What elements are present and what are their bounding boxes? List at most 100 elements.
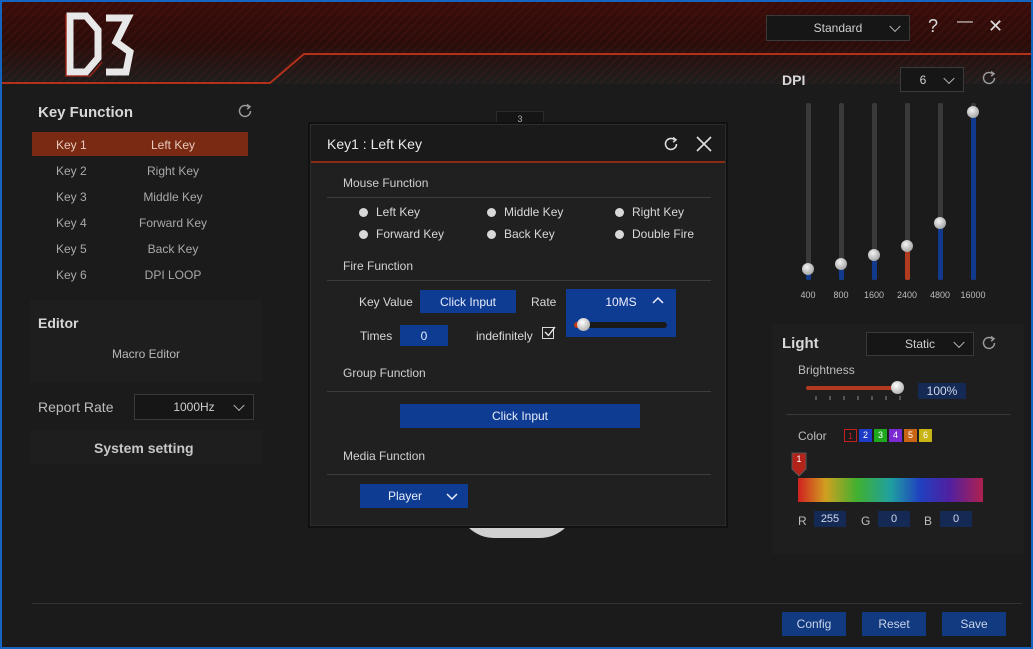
light-mode-value: Static <box>904 337 935 351</box>
key-assigned-function: Back Key <box>147 242 199 256</box>
system-setting-button[interactable]: System setting <box>94 440 194 456</box>
mouse-function-radio[interactable]: Left Key <box>359 205 420 219</box>
key-assigned-function: Left Key <box>150 138 196 152</box>
chevron-down-icon <box>943 72 955 84</box>
media-player-select[interactable]: Player <box>360 484 468 508</box>
refresh-icon[interactable] <box>980 334 998 352</box>
key-assigned-function: Right Key <box>146 164 200 178</box>
dpi-slider-track[interactable] <box>971 103 976 280</box>
b-input[interactable]: 0 <box>940 511 972 527</box>
radio-label: Right Key <box>632 205 685 219</box>
reset-button[interactable]: Reset <box>862 612 926 636</box>
radio-label: Forward Key <box>376 227 445 241</box>
key-value-label: Key Value <box>359 295 413 309</box>
group-function-title: Group Function <box>343 366 426 380</box>
color-marker[interactable]: 1 <box>791 452 807 478</box>
indefinitely-checkbox[interactable] <box>542 326 556 339</box>
dpi-slider-handle[interactable] <box>802 263 814 276</box>
g-label: G <box>861 514 871 528</box>
save-button[interactable]: Save <box>942 612 1006 636</box>
color-label: Color <box>798 429 827 443</box>
rate-label: Rate <box>531 295 557 309</box>
close-icon[interactable] <box>695 135 713 153</box>
color-swatch[interactable]: 3 <box>874 429 887 442</box>
brightness-ticks <box>815 396 901 400</box>
key-name: Key 5 <box>56 242 87 256</box>
key-name: Key 3 <box>56 190 87 204</box>
rate-dropdown[interactable]: 10MS <box>566 289 676 337</box>
key-row[interactable]: Key 6 DPI LOOP <box>32 262 248 286</box>
editor-title: Editor <box>38 315 79 331</box>
profile-select[interactable]: Standard <box>766 15 910 41</box>
dpi-slider-track[interactable] <box>905 103 910 280</box>
mouse-function-radio[interactable]: Forward Key <box>359 227 444 241</box>
color-swatch[interactable]: 4 <box>889 429 902 442</box>
key-config-dialog: Key1 : Left Key Mouse Function Fire Func… <box>310 124 726 526</box>
key-function-title: Key Function <box>38 104 134 121</box>
key-name: Key 6 <box>56 268 87 282</box>
key-row[interactable]: Key 5 Back Key <box>32 236 248 260</box>
color-swatch[interactable]: 2 <box>859 429 872 442</box>
dpi-slider-fill <box>971 111 976 280</box>
profile-select-value: Standard <box>813 21 863 35</box>
r-input[interactable]: 255 <box>814 511 846 527</box>
color-swatch[interactable]: 1 <box>844 429 857 442</box>
key-row[interactable]: Key 3 Middle Key <box>32 184 248 208</box>
config-button[interactable]: Config <box>782 612 846 636</box>
refresh-icon[interactable] <box>236 102 254 120</box>
fire-function-title: Fire Function <box>343 259 414 273</box>
group-click-input-button[interactable]: Click Input <box>400 404 640 428</box>
mouse-function-radio[interactable]: Middle Key <box>487 205 563 219</box>
mouse-function-radio[interactable]: Double Fire <box>615 227 694 241</box>
radio-dot-icon <box>359 230 368 239</box>
key-row[interactable]: Key 4 Forward Key <box>32 210 248 234</box>
key-value-button[interactable]: Click Input <box>420 290 516 313</box>
rate-slider-handle[interactable] <box>577 318 591 331</box>
dpi-slider-handle[interactable] <box>835 258 847 271</box>
dpi-slider-track[interactable] <box>938 103 943 280</box>
key-row[interactable]: Key 1 Left Key <box>32 132 248 156</box>
editor-section <box>30 300 262 382</box>
radio-label: Double Fire <box>632 227 695 241</box>
key-name: Key 4 <box>56 216 87 230</box>
mouse-function-radio[interactable]: Back Key <box>487 227 555 241</box>
dpi-slider-handle[interactable] <box>934 217 946 230</box>
dpi-slider-handle[interactable] <box>868 249 880 262</box>
dialog-title: Key1 : Left Key <box>327 136 422 152</box>
color-spectrum[interactable] <box>798 478 983 502</box>
macro-editor-link[interactable]: Macro Editor <box>112 347 180 361</box>
key-assigned-function: Forward Key <box>138 216 208 230</box>
close-button[interactable]: ✕ <box>988 16 1003 37</box>
times-input[interactable]: 0 <box>400 325 448 346</box>
refresh-icon[interactable] <box>980 69 998 87</box>
dpi-slider-handle[interactable] <box>967 105 979 118</box>
help-button[interactable]: ? <box>928 16 938 37</box>
color-swatch[interactable]: 5 <box>904 429 917 442</box>
radio-dot-icon <box>615 208 624 217</box>
media-function-title: Media Function <box>343 449 426 463</box>
report-rate-value: 1000Hz <box>173 400 215 414</box>
dpi-slider-track[interactable] <box>839 103 844 280</box>
mouse-function-radio[interactable]: Right Key <box>615 205 684 219</box>
dpi-slider-track[interactable] <box>806 103 811 280</box>
light-mode-select[interactable]: Static <box>866 332 974 356</box>
brightness-label: Brightness <box>798 363 855 377</box>
g-input[interactable]: 0 <box>878 511 910 527</box>
minimize-button[interactable]: — <box>957 13 973 31</box>
brand-logo <box>65 12 134 77</box>
key-name: Key 1 <box>56 138 87 152</box>
report-rate-select[interactable]: 1000Hz <box>134 394 254 420</box>
brightness-slider[interactable] <box>806 381 905 394</box>
radio-label: Back Key <box>504 227 555 241</box>
key-assigned-function: Middle Key <box>143 190 203 204</box>
chevron-down-icon <box>233 399 245 412</box>
color-swatch[interactable]: 6 <box>919 429 932 442</box>
radio-dot-icon <box>487 230 496 239</box>
header: Standard ? — ✕ <box>2 2 1031 84</box>
refresh-icon[interactable] <box>662 135 680 153</box>
key-row[interactable]: Key 2 Right Key <box>32 158 248 182</box>
rate-slider[interactable] <box>574 318 667 331</box>
dpi-slider-handle[interactable] <box>901 240 913 253</box>
dpi-count-select[interactable]: 6 <box>900 67 964 92</box>
dpi-slider-fill <box>938 223 943 280</box>
